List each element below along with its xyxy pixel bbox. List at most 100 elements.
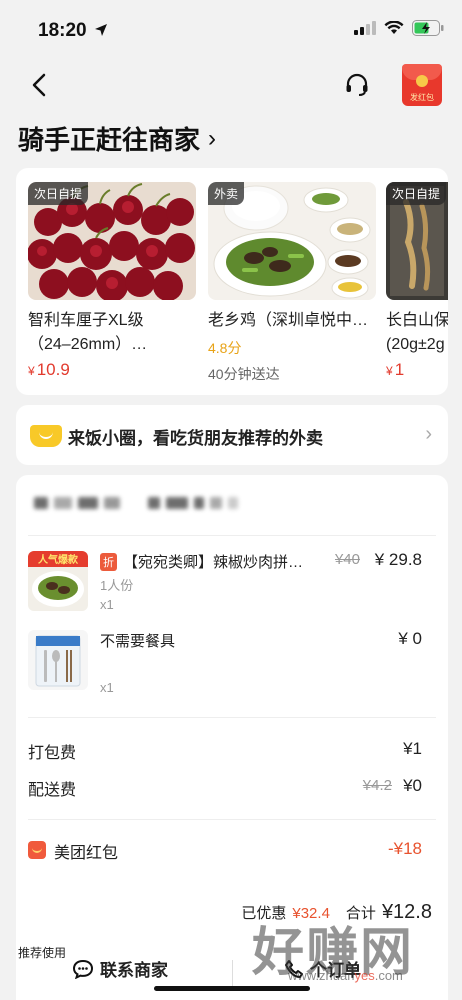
recommendation-tag: 次日自提	[28, 182, 89, 205]
cutlery-icon	[28, 630, 88, 690]
packing-fee-row: 打包费 ¥1	[28, 739, 436, 763]
order-item[interactable]: 人气爆款 折 【宛宛类卿】辣椒炒肉拼… 1人份 x1 ¥40 ¥ 29.8	[28, 550, 436, 623]
recommendation-tag: 次日自提	[386, 182, 447, 205]
delivery-fee-value: ¥0	[403, 776, 422, 795]
wifi-icon	[384, 21, 404, 34]
discount-badge: 折	[100, 552, 117, 571]
recommendation-item-laoxiangji[interactable]: 外卖 老乡鸡（深圳卓悦中… 4.8分 40分钟送达	[208, 182, 376, 384]
delivery-fee-label: 配送费	[28, 782, 77, 799]
total-label: 合计	[345, 905, 376, 922]
order-item-price: ¥ 0	[398, 629, 422, 648]
food-circle-banner[interactable]: 来饭小圈，看吃货朋友推荐的外卖 ›	[16, 405, 448, 465]
cutlery-thumbnail	[28, 630, 88, 690]
order-item-title: 折 【宛宛类卿】辣椒炒肉拼…	[100, 551, 330, 572]
food-circle-text: 来饭小圈，看吃货朋友推荐的外卖	[68, 429, 323, 448]
ginseng-image: 次日自提	[386, 182, 448, 300]
thumb-label: 人气爆款	[38, 553, 79, 566]
order-action-label: 个订单	[310, 961, 361, 980]
chat-icon	[72, 959, 94, 979]
order-item-title: 不需要餐具	[100, 633, 176, 650]
delivery-fee-row: 配送费 ¥4.2 ¥0	[28, 776, 436, 800]
divider	[232, 960, 233, 986]
order-item-qty: x1	[100, 680, 114, 695]
redacted-block	[194, 497, 204, 509]
redacted-block	[166, 497, 188, 509]
dish-thumbnail: 人气爆款	[28, 551, 88, 611]
headset-icon[interactable]	[344, 72, 370, 98]
recommendation-eta: 40分钟送达	[208, 366, 280, 382]
recommendation-name-line2: (20g±2g	[386, 336, 445, 353]
discount-label: 已优惠	[241, 905, 287, 922]
dish-thumbnail-illustration: 人气爆款	[28, 551, 88, 611]
redacted-block	[78, 497, 98, 509]
battery-charging-icon	[412, 20, 444, 36]
status-time-text: 18:20	[38, 20, 87, 41]
cellular-signal-icon	[354, 21, 376, 35]
recommendation-price: ¥10.9	[28, 360, 196, 380]
discount-value: ¥32.4	[292, 905, 330, 922]
coupon-row[interactable]: 美团红包 -¥18	[28, 839, 436, 863]
order-item-spec: 1人份	[100, 578, 134, 593]
recommendation-name: 智利车厘子XL级	[28, 312, 144, 329]
send-red-packet-button[interactable]: 发红包	[402, 64, 442, 106]
recommendation-rating: 4.8分	[208, 340, 242, 356]
food-circle-icon	[30, 425, 62, 447]
recommendation-name: 长白山保	[386, 312, 448, 329]
recommendation-name-line2: （24–26mm）…	[28, 336, 148, 353]
redacted-block	[148, 497, 160, 509]
price-currency: ¥	[386, 364, 393, 378]
recommendation-card: 次日自提 智利车厘子XL级 （24–26mm）… ¥10.9 外卖 老乡鸡（深圳…	[16, 168, 448, 395]
recommendation-tag: 外卖	[208, 182, 245, 205]
divider	[28, 717, 436, 718]
coupon-value: -¥18	[387, 839, 422, 858]
recommendation-item-cherries[interactable]: 次日自提 智利车厘子XL级 （24–26mm）… ¥10.9	[28, 182, 196, 380]
order-status-title[interactable]: 骑手正赶往商家 ›	[18, 120, 216, 157]
status-bar: 18:20	[0, 0, 462, 60]
coupon-label: 美团红包	[54, 845, 119, 862]
contact-merchant-label: 联系商家	[100, 961, 168, 980]
divider	[28, 819, 436, 820]
order-details-card: 人气爆款 折 【宛宛类卿】辣椒炒肉拼… 1人份 x1 ¥40 ¥ 29.8 不需	[16, 475, 448, 1000]
meal-image: 外卖	[208, 182, 376, 300]
status-indicators	[354, 20, 444, 36]
recommendation-price: ¥1	[386, 360, 448, 380]
nav-bar: 发红包	[0, 60, 462, 110]
order-item-price: ¥ 29.8	[374, 550, 422, 569]
price-value: 1	[394, 360, 405, 379]
price-currency: ¥	[28, 364, 35, 378]
order-action-button[interactable]: 个订单	[284, 956, 361, 981]
status-time: 18:20	[38, 20, 108, 42]
order-item-orig-price: ¥40	[334, 551, 360, 568]
divider	[28, 535, 436, 536]
order-item-qty: x1	[100, 597, 114, 612]
red-packet-label: 发红包	[410, 93, 434, 102]
redacted-block	[104, 497, 120, 509]
recommendation-item-changbaishan[interactable]: 次日自提 长白山保 (20g±2g ¥1	[386, 182, 448, 380]
recommendation-name: 老乡鸡（深圳卓悦中…	[208, 312, 369, 329]
packing-fee-label: 打包费	[28, 745, 77, 762]
order-status-text: 骑手正赶往商家	[18, 125, 201, 155]
red-packet-coin-icon	[416, 75, 428, 87]
price-value: 10.9	[36, 360, 70, 379]
phone-icon	[285, 959, 303, 978]
cherries-image: 次日自提	[28, 182, 196, 300]
order-total: 已优惠 ¥32.4 合计 ¥12.8	[241, 901, 432, 924]
delivery-fee-orig: ¥4.2	[362, 777, 392, 794]
redacted-block	[210, 497, 222, 509]
location-arrow-icon	[94, 24, 107, 36]
chevron-right-icon: ›	[208, 124, 217, 152]
redacted-block	[228, 497, 238, 509]
order-item-name: 【宛宛类卿】辣椒炒肉拼…	[123, 554, 304, 571]
packing-fee-value: ¥1	[403, 739, 422, 758]
redacted-block	[54, 497, 72, 509]
red-packet-icon	[28, 841, 46, 859]
contact-merchant-button[interactable]: 联系商家	[72, 956, 168, 981]
chevron-right-icon: ›	[425, 423, 432, 445]
home-indicator[interactable]	[154, 986, 310, 991]
total-value: ¥12.8	[381, 901, 432, 923]
order-item[interactable]: 不需要餐具 x1 ¥ 0	[28, 629, 436, 702]
back-arrow-icon[interactable]	[28, 70, 52, 100]
redacted-block	[34, 497, 48, 509]
store-name-redacted	[34, 497, 238, 509]
recommended-use-label: 推荐使用	[18, 946, 67, 960]
